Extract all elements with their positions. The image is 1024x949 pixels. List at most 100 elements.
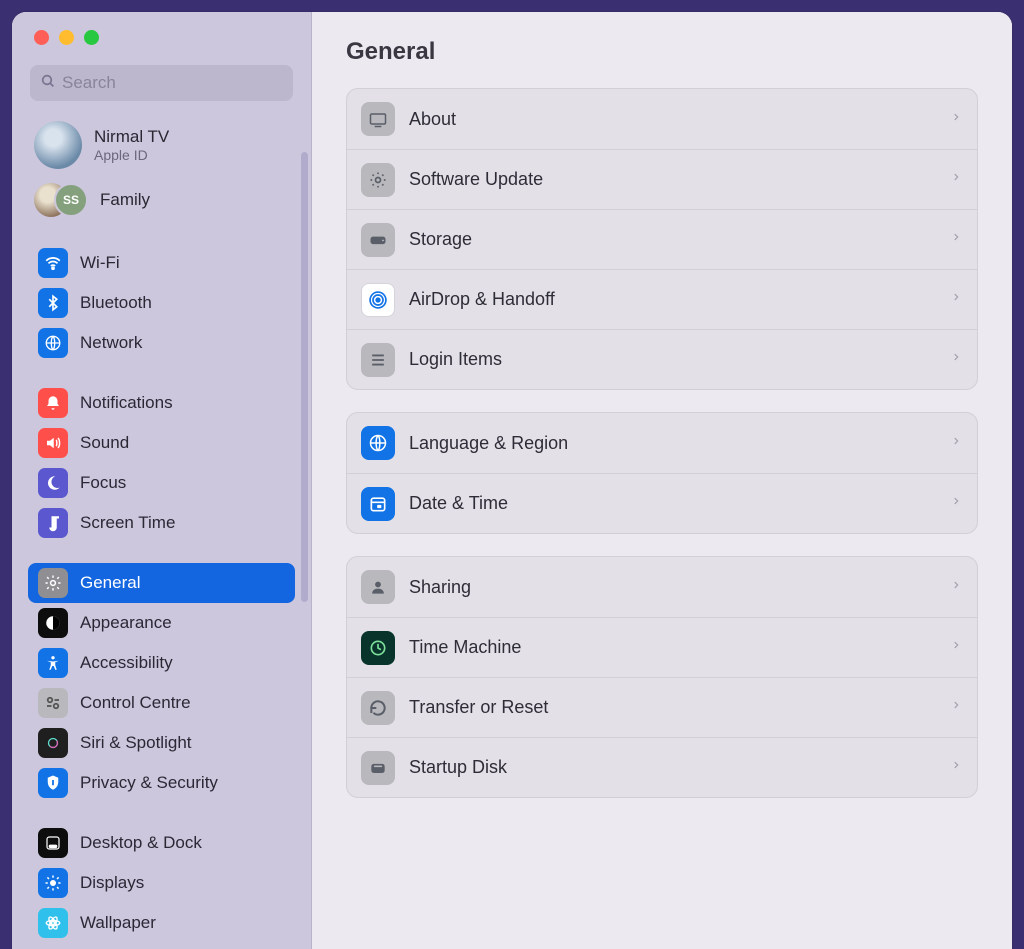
sidebar-item-label: Accessibility	[80, 653, 173, 673]
language-icon	[361, 426, 395, 460]
sidebar-item-label: Displays	[80, 873, 144, 893]
sidebar-item-focus[interactable]: Focus	[28, 463, 295, 503]
minimize-window-button[interactable]	[59, 30, 74, 45]
chevron-right-icon	[951, 433, 961, 454]
sidebar-item-label: Screen Time	[80, 513, 175, 533]
row-sharing[interactable]: Sharing	[347, 557, 977, 617]
sidebar-item-label: Sound	[80, 433, 129, 453]
login-icon	[361, 343, 395, 377]
row-storage[interactable]: Storage	[347, 209, 977, 269]
sidebar-item-desktopdock[interactable]: Desktop & Dock	[28, 823, 295, 863]
about-icon	[361, 102, 395, 136]
startup-icon	[361, 751, 395, 785]
storage-icon	[361, 223, 395, 257]
wifi-icon	[38, 248, 68, 278]
settings-panel: Language & Region Date & Time	[346, 412, 978, 534]
sidebar-item-general[interactable]: General	[28, 563, 295, 603]
datetime-icon	[361, 487, 395, 521]
search-input[interactable]	[62, 73, 283, 93]
row-label: AirDrop & Handoff	[409, 289, 951, 310]
sidebar-item-label: Siri & Spotlight	[80, 733, 192, 753]
swupdate-icon	[361, 163, 395, 197]
chevron-right-icon	[951, 493, 961, 514]
row-swupdate[interactable]: Software Update	[347, 149, 977, 209]
chevron-right-icon	[951, 637, 961, 658]
sidebar-item-label: General	[80, 573, 140, 593]
avatar	[34, 121, 82, 169]
traffic-lights	[12, 12, 311, 59]
sidebar-item-label: Desktop & Dock	[80, 833, 202, 853]
sidebar-item-label: Wallpaper	[80, 913, 156, 933]
row-datetime[interactable]: Date & Time	[347, 473, 977, 533]
row-label: Sharing	[409, 577, 951, 598]
accessibility-icon	[38, 648, 68, 678]
close-window-button[interactable]	[34, 30, 49, 45]
wallpaper-icon	[38, 908, 68, 938]
privacy-icon	[38, 768, 68, 798]
sidebar-list: Nirmal TV Apple ID SS Family Wi-Fi Blueto…	[12, 115, 311, 949]
sidebar-item-label: Wi-Fi	[80, 253, 120, 273]
desktopdock-icon	[38, 828, 68, 858]
focus-icon	[38, 468, 68, 498]
sidebar-item-siri[interactable]: Siri & Spotlight	[28, 723, 295, 763]
sidebar-item-bluetooth[interactable]: Bluetooth	[28, 283, 295, 323]
sidebar-item-label: Network	[80, 333, 142, 353]
sidebar-item-wifi[interactable]: Wi-Fi	[28, 243, 295, 283]
row-about[interactable]: About	[347, 89, 977, 149]
sidebar-scrollbar[interactable]	[301, 152, 308, 602]
chevron-right-icon	[951, 109, 961, 130]
page-title: General	[346, 38, 978, 66]
row-startup[interactable]: Startup Disk	[347, 737, 977, 797]
sidebar-item-displays[interactable]: Displays	[28, 863, 295, 903]
row-label: Date & Time	[409, 493, 951, 514]
family-badge: SS	[54, 183, 88, 217]
transfer-icon	[361, 691, 395, 725]
chevron-right-icon	[951, 229, 961, 250]
sidebar-item-label: Privacy & Security	[80, 773, 218, 793]
row-label: Startup Disk	[409, 757, 951, 778]
row-label: Software Update	[409, 169, 951, 190]
row-label: Storage	[409, 229, 951, 250]
row-language[interactable]: Language & Region	[347, 413, 977, 473]
sidebar-item-wallpaper[interactable]: Wallpaper	[28, 903, 295, 943]
chevron-right-icon	[951, 757, 961, 778]
appearance-icon	[38, 608, 68, 638]
family-avatars: SS	[34, 183, 88, 217]
sidebar-item-label: Family	[100, 190, 150, 210]
fullscreen-window-button[interactable]	[84, 30, 99, 45]
settings-panel: Sharing Time Machine Transfer or Reset Star…	[346, 556, 978, 798]
sidebar-item-notifications[interactable]: Notifications	[28, 383, 295, 423]
sidebar-item-screentime[interactable]: Screen Time	[28, 503, 295, 543]
network-icon	[38, 328, 68, 358]
settings-window: Nirmal TV Apple ID SS Family Wi-Fi Blueto…	[12, 12, 1012, 949]
search-icon	[40, 73, 56, 94]
settings-panel: About Software Update Storage AirDrop & Han…	[346, 88, 978, 390]
sound-icon	[38, 428, 68, 458]
sidebar-item-label: Focus	[80, 473, 126, 493]
row-label: Transfer or Reset	[409, 697, 951, 718]
sidebar-item-label: Bluetooth	[80, 293, 152, 313]
bluetooth-icon	[38, 288, 68, 318]
sidebar-item-label: Control Centre	[80, 693, 191, 713]
sidebar-item-privacy[interactable]: Privacy & Security	[28, 763, 295, 803]
main-content: General About Software Update Storage AirDr…	[312, 12, 1012, 949]
account-subtitle: Apple ID	[94, 147, 169, 163]
sidebar: Nirmal TV Apple ID SS Family Wi-Fi Blueto…	[12, 12, 312, 949]
sidebar-item-controlcentre[interactable]: Control Centre	[28, 683, 295, 723]
row-timemach[interactable]: Time Machine	[347, 617, 977, 677]
sidebar-item-label: Appearance	[80, 613, 172, 633]
sidebar-item-accessibility[interactable]: Accessibility	[28, 643, 295, 683]
displays-icon	[38, 868, 68, 898]
airdrop-icon	[361, 283, 395, 317]
row-transfer[interactable]: Transfer or Reset	[347, 677, 977, 737]
row-login[interactable]: Login Items	[347, 329, 977, 389]
sidebar-item-appleid[interactable]: Nirmal TV Apple ID	[28, 115, 295, 175]
chevron-right-icon	[951, 577, 961, 598]
row-airdrop[interactable]: AirDrop & Handoff	[347, 269, 977, 329]
sidebar-item-network[interactable]: Network	[28, 323, 295, 363]
sidebar-item-family[interactable]: SS Family	[28, 177, 295, 223]
search-field[interactable]	[30, 65, 293, 101]
row-label: About	[409, 109, 951, 130]
sidebar-item-appearance[interactable]: Appearance	[28, 603, 295, 643]
sidebar-item-sound[interactable]: Sound	[28, 423, 295, 463]
